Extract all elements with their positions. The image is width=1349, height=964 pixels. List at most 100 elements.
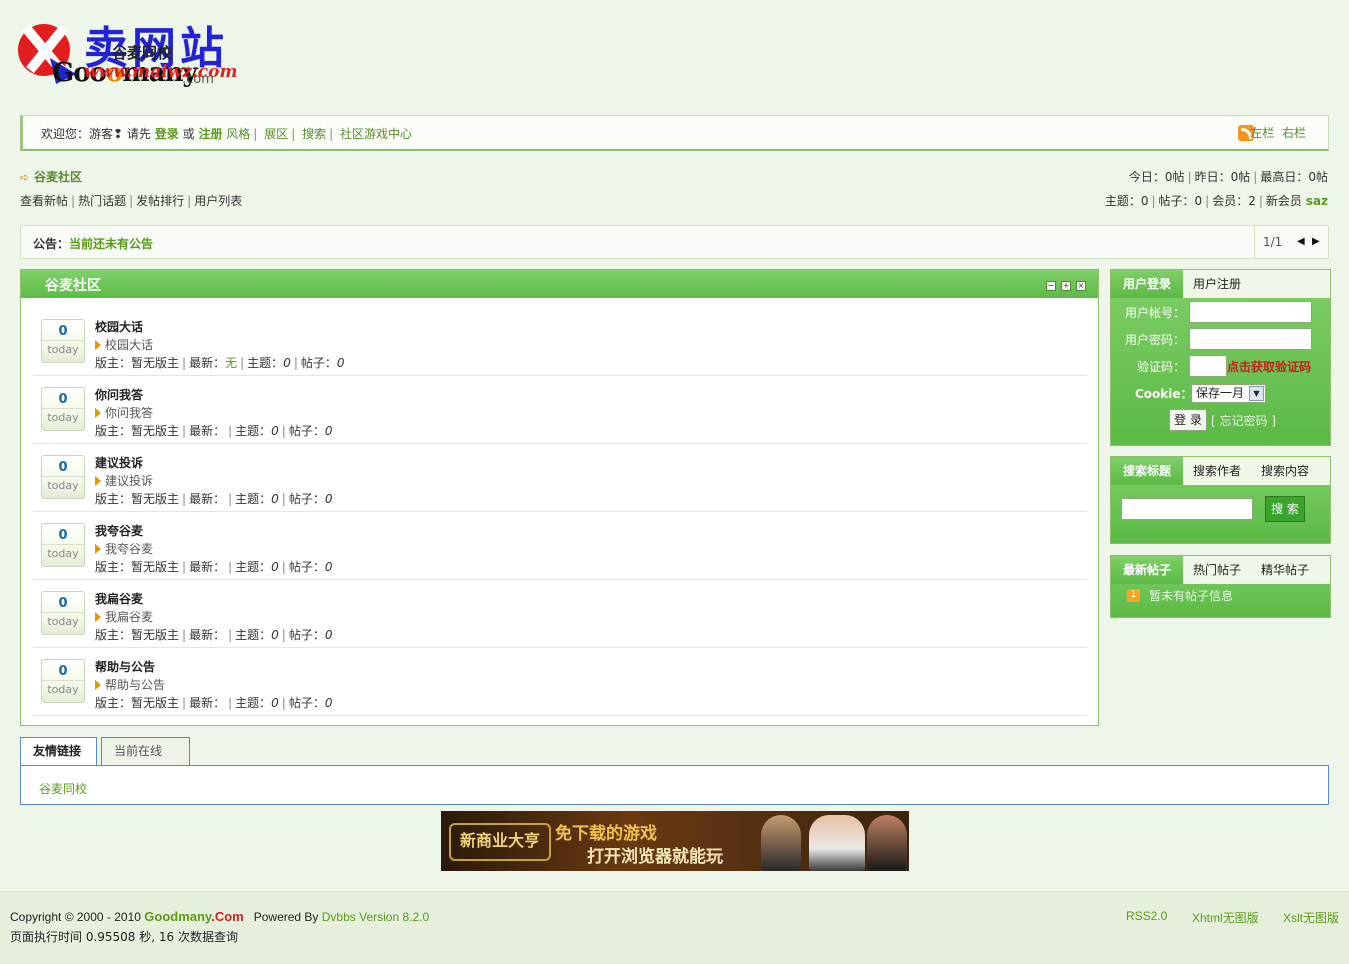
nav-search-link[interactable]: 搜索 [302,127,326,141]
password-input[interactable] [1189,328,1312,350]
captcha-label: 验证码： [1137,360,1186,374]
welcome-area: 欢迎您：游客❢ 请先 登录 或 注册 风格 | 展区 | 搜索 | 社区游戏中心 [41,127,412,141]
login-tabs: 用户登录 用户注册 [1111,270,1330,298]
cookie-select[interactable]: 保存一月 ▼ [1191,384,1266,403]
latest-label: 最新： [189,696,226,710]
right-column-link[interactable]: 右栏 [1282,126,1306,140]
board-description: 你问我答 [95,404,153,421]
board-status-icon[interactable]: 0 today [41,387,85,431]
forum-panel-title[interactable]: 谷麦社区 [45,275,101,295]
panel-tools: − + × [1041,277,1086,291]
board-status-icon[interactable]: 0 today [41,523,85,567]
posts-label: 帖子： [288,628,325,642]
board-name-link[interactable]: 我扁谷麦 [95,590,143,607]
latest-label: 最新： [189,560,226,574]
get-captcha-link[interactable]: 点击获取验证码 [1227,358,1311,375]
board-meta: 版主：暂无版主 | 最新： | 主题：0 | 帖子：0 [95,424,333,438]
subnav-user-list[interactable]: 用户列表 [194,194,242,208]
login-link[interactable]: 登录 [155,127,179,141]
welcome-text: 欢迎您：游客 [41,127,114,141]
footer-xslt-link[interactable]: Xslt无图版 [1283,909,1339,926]
board-meta: 版主：暂无版主 | 最新： | 主题：0 | 帖子：0 [95,492,333,506]
dvbbs-link[interactable]: Dvbbs Version 8.2.0 [322,910,429,924]
tab-best-posts[interactable]: 精华帖子 [1261,556,1309,584]
board-row: 0 today 帮助与公告 帮助与公告 版主：暂无版主 | 最新： | 主题：0 | 帖子：0 [33,648,1087,716]
tab-search-title[interactable]: 搜索标题 [1111,457,1183,485]
subnav-hot-topics[interactable]: 热门话题 [78,194,126,208]
footer-rss-link[interactable]: RSS2.0 [1126,909,1167,923]
tab-user-login[interactable]: 用户登录 [1111,270,1183,298]
stat-members-label: 会员： [1212,194,1249,208]
login-button[interactable]: 登 录 [1169,409,1207,431]
footer-xhtml-link[interactable]: Xhtml无图版 [1192,909,1259,926]
register-link[interactable]: 注册 [198,127,222,141]
stat-topics-label: 主题： [1104,194,1141,208]
tab-hot-posts[interactable]: 热门帖子 [1193,556,1241,584]
board-status-icon[interactable]: 0 today [41,319,85,363]
board-meta: 版主：暂无版主 | 最新： | 主题：0 | 帖子：0 [95,696,333,710]
tab-search-author[interactable]: 搜索作者 [1193,457,1241,485]
board-status-icon[interactable]: 0 today [41,591,85,635]
moderator-label: 版主： [95,492,132,506]
board-name-link[interactable]: 校园大话 [95,318,143,335]
tab-friend-links[interactable]: 友情链接 [20,737,97,766]
board-posts: 0 [324,492,333,506]
nav-style-link[interactable]: 风格 [226,127,250,141]
banner-line1: 免下载的游戏 [555,824,657,844]
moderator-label: 版主： [95,560,132,574]
chevron-down-icon: ▼ [1249,386,1264,401]
site-logo[interactable]: 卖网站 谷麦同校 Gooomany www.maiwz.com .com [14,12,304,92]
board-name-link[interactable]: 我夸谷麦 [95,522,143,539]
board-latest[interactable]: 无 [225,356,237,370]
footer-copyright: Copyright © 2000 - 2010 Goodmany.Com Pow… [10,909,429,924]
board-status-icon[interactable]: 0 today [41,659,85,703]
topics-label: 主题： [235,424,272,438]
tab-online-users[interactable]: 当前在线(1) [101,737,190,785]
board-status-icon[interactable]: 0 today [41,455,85,499]
board-posts: 0 [324,424,333,438]
breadcrumb: ➪ 谷麦社区 [20,168,82,185]
board-topics: 0 [271,492,279,506]
forgot-password-link[interactable]: [ 忘记密码 ] [1211,412,1276,429]
collapse-icon[interactable]: − [1046,281,1056,291]
nav-gallery-link[interactable]: 展区 [264,127,288,141]
newest-member-link[interactable]: saz [1306,194,1328,208]
tab-latest-posts[interactable]: 最新帖子 [1111,556,1183,584]
board-name-link[interactable]: 帮助与公告 [95,658,155,675]
board-name-link[interactable]: 建议投诉 [95,454,143,471]
subnav-post-ranking[interactable]: 发帖排行 [136,194,184,208]
expand-icon[interactable]: + [1061,281,1071,291]
board-today-count: 0 [58,528,68,543]
board-name-link[interactable]: 你问我答 [95,386,143,403]
search-input[interactable] [1121,498,1253,520]
breadcrumb-title[interactable]: 谷麦社区 [34,170,82,184]
username-label: 用户帐号： [1125,306,1186,320]
triangle-right-icon [95,340,101,350]
search-button[interactable]: 搜 索 [1265,496,1305,522]
captcha-input[interactable] [1189,355,1227,377]
board-today-label: today [42,612,84,628]
left-column-link[interactable]: 左栏 [1250,126,1274,140]
tab-search-content[interactable]: 搜索内容 [1261,457,1309,485]
next-arrow-icon[interactable]: ▶ [1312,236,1320,247]
board-desc-text: 我扁谷麦 [105,610,154,624]
no-posts-text: 暂未有帖子信息 [1149,589,1234,603]
footer-brand-link[interactable]: Goodmany.Com [144,909,243,924]
announcement-bar: 公告：当前还未有公告 1/1 ◀ ▶ [20,225,1329,259]
nav-games-link[interactable]: 社区游戏中心 [340,127,412,141]
prev-arrow-icon[interactable]: ◀ [1297,236,1305,247]
triangle-right-icon [95,408,101,418]
board-desc-text: 校园大话 [105,338,154,352]
friend-link-item[interactable]: 谷麦同校 [39,780,87,797]
username-input[interactable] [1189,301,1312,323]
subnav-new-posts[interactable]: 查看新帖 [20,194,68,208]
board-desc-text: 建议投诉 [105,474,154,488]
posts-label: 帖子： [288,424,325,438]
board-desc-text: 我夸谷麦 [105,542,154,556]
posts-label: 帖子： [288,560,325,574]
ad-banner[interactable]: 新商业大亨 免下载的游戏 打开浏览器就能玩 [441,811,909,871]
board-meta: 版主：暂无版主 | 最新： | 主题：0 | 帖子：0 [95,628,333,642]
close-icon[interactable]: × [1076,281,1086,291]
tab-user-register[interactable]: 用户注册 [1193,270,1241,298]
powered-text: Powered By [253,910,319,924]
